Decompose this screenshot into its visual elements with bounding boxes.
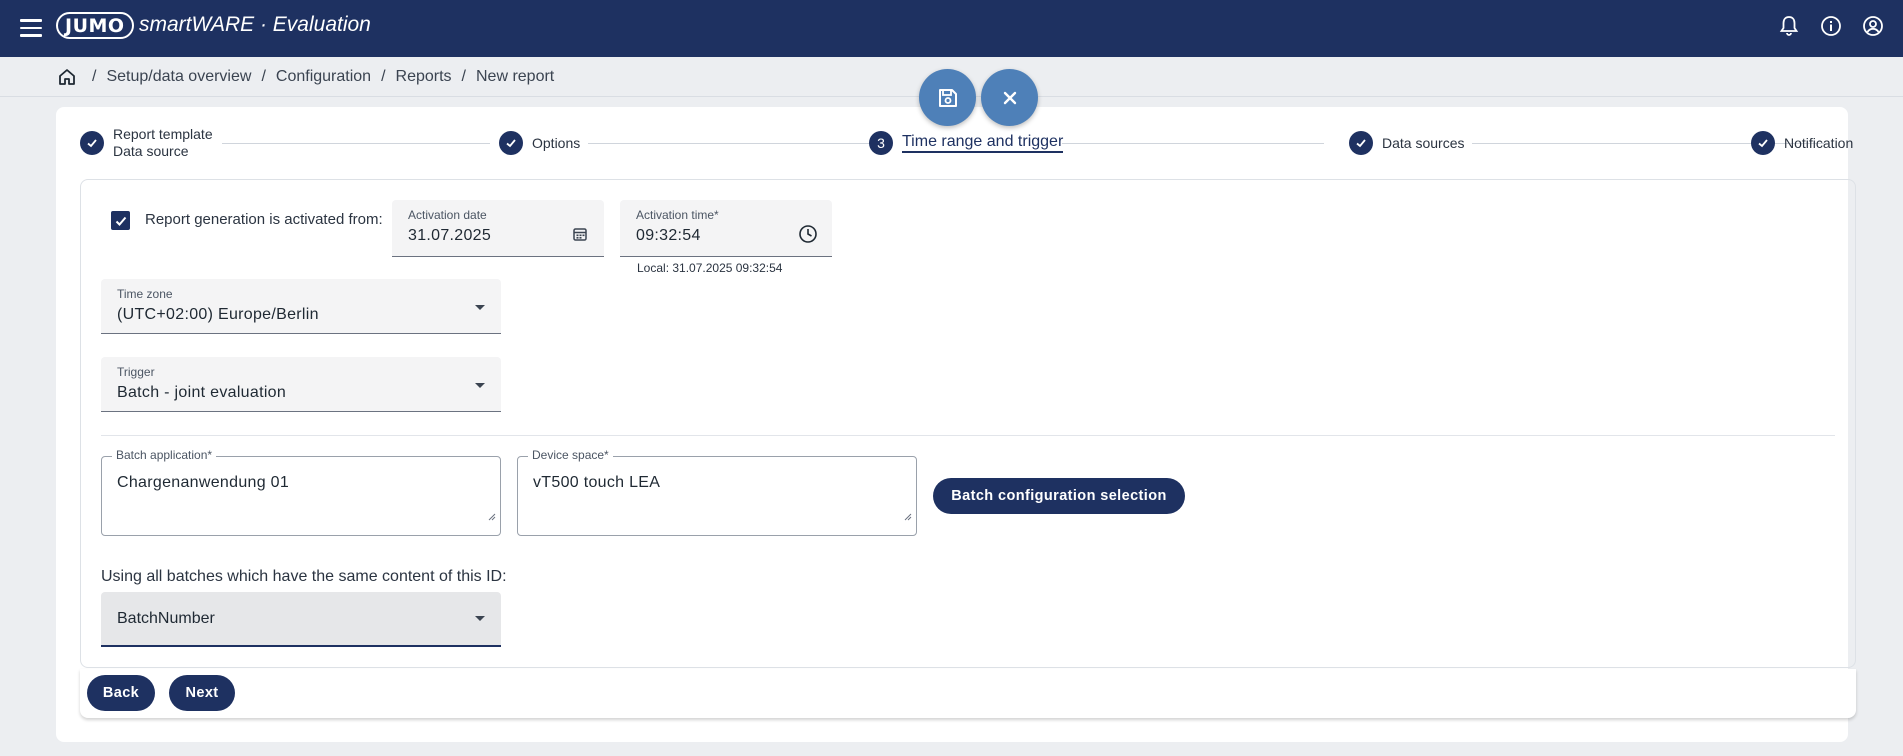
step-number: 3 <box>869 131 893 155</box>
dropdown-arrow-icon <box>475 616 485 621</box>
activation-time-label: Activation time* <box>636 208 719 222</box>
time-zone-select[interactable]: Time zone (UTC+02:00) Europe/Berlin <box>101 279 501 334</box>
check-icon <box>115 216 126 226</box>
breadcrumb-reports[interactable]: Reports <box>396 68 452 86</box>
next-button[interactable]: Next <box>169 675 235 711</box>
check-icon <box>80 131 104 155</box>
close-button[interactable] <box>981 69 1038 126</box>
jumo-logo: JUMO <box>56 12 134 39</box>
check-icon <box>1349 131 1373 155</box>
breadcrumb-separator: / <box>261 68 266 85</box>
dropdown-arrow-icon <box>475 305 485 310</box>
resize-handle-icon[interactable] <box>488 513 496 521</box>
breadcrumb-setup-data-overview[interactable]: Setup/data overview <box>106 68 251 86</box>
stepper-connector <box>222 143 490 144</box>
device-space-field[interactable]: Device space* vT500 touch LEA <box>517 448 917 536</box>
hamburger-menu-icon[interactable] <box>16 13 46 43</box>
breadcrumb-separator: / <box>381 68 386 85</box>
activation-date-label: Activation date <box>408 208 487 222</box>
batch-configuration-selection-button[interactable]: Batch configuration selection <box>933 478 1185 514</box>
step-label-line2: Data source <box>113 143 189 159</box>
activation-date-field[interactable]: Activation date 31.07.2025 <box>392 200 604 257</box>
step-label: Report template Data source <box>113 126 213 160</box>
trigger-select[interactable]: Trigger Batch - joint evaluation <box>101 357 501 412</box>
home-icon[interactable] <box>56 66 78 88</box>
trigger-value: Batch - joint evaluation <box>117 384 287 401</box>
time-zone-label: Time zone <box>117 287 173 301</box>
batch-id-value: BatchNumber <box>117 610 215 627</box>
step-label: Notification <box>1784 134 1854 151</box>
local-time-hint: Local: 31.07.2025 09:32:54 <box>637 261 783 275</box>
breadcrumb-configuration[interactable]: Configuration <box>276 68 371 86</box>
breadcrumb-separator: / <box>461 68 466 85</box>
stepper-connector <box>1062 143 1324 144</box>
section-divider <box>101 435 1835 436</box>
dropdown-arrow-icon <box>475 383 485 388</box>
device-space-value: vT500 touch LEA <box>533 474 661 491</box>
activation-time-field[interactable]: Activation time* 09:32:54 <box>620 200 832 257</box>
save-icon <box>938 88 957 107</box>
activation-time-value: 09:32:54 <box>636 227 701 244</box>
info-icon[interactable] <box>1817 12 1845 40</box>
check-icon <box>499 131 523 155</box>
resize-handle-icon[interactable] <box>904 513 912 521</box>
step-label: Data sources <box>1382 134 1465 151</box>
activation-date-value: 31.07.2025 <box>408 227 492 244</box>
batch-application-value: Chargenanwendung 01 <box>117 474 290 491</box>
batch-application-field[interactable]: Batch application* Chargenanwendung 01 <box>101 448 501 536</box>
device-space-label: Device space* <box>528 448 613 462</box>
step-report-template[interactable]: Report template Data source <box>80 124 213 162</box>
close-icon <box>1003 91 1016 104</box>
breadcrumb-current: New report <box>476 68 555 85</box>
step-label: Options <box>532 134 581 151</box>
step-options[interactable]: Options <box>499 124 580 162</box>
batch-id-label: Using all batches which have the same co… <box>101 568 507 585</box>
activation-checkbox[interactable] <box>111 211 130 230</box>
calendar-icon[interactable] <box>570 224 590 244</box>
step-label: Time range and trigger <box>902 133 1064 153</box>
wizard-footer <box>80 669 1856 718</box>
back-button[interactable]: Back <box>87 675 155 711</box>
batch-application-label: Batch application* <box>112 448 217 462</box>
top-app-bar: JUMO smartWARE · Evaluation <box>0 0 1903 57</box>
breadcrumb-separator: / <box>92 68 97 85</box>
account-icon[interactable] <box>1859 12 1887 40</box>
wizard-stepper: Report template Data source Options 3 Ti… <box>80 124 1860 162</box>
activation-checkbox-label: Report generation is activated from: <box>145 211 383 228</box>
bell-icon[interactable] <box>1775 12 1803 40</box>
trigger-label: Trigger <box>117 365 155 379</box>
clock-icon[interactable] <box>798 224 818 244</box>
batch-id-select[interactable]: BatchNumber <box>101 592 501 647</box>
stepper-connector <box>588 143 874 144</box>
step-notification[interactable]: Notification <box>1751 124 1853 162</box>
save-button[interactable] <box>919 69 976 126</box>
breadcrumb: / Setup/data overview / Configuration / … <box>56 64 554 90</box>
check-icon <box>1751 131 1775 155</box>
header-actions <box>1775 12 1887 40</box>
step-time-range-and-trigger[interactable]: 3 Time range and trigger <box>869 124 1064 162</box>
step-label-line1: Report template <box>113 126 213 142</box>
app-title: smartWARE · Evaluation <box>139 13 371 36</box>
step-data-sources[interactable]: Data sources <box>1349 124 1464 162</box>
time-zone-value: (UTC+02:00) Europe/Berlin <box>117 306 319 323</box>
